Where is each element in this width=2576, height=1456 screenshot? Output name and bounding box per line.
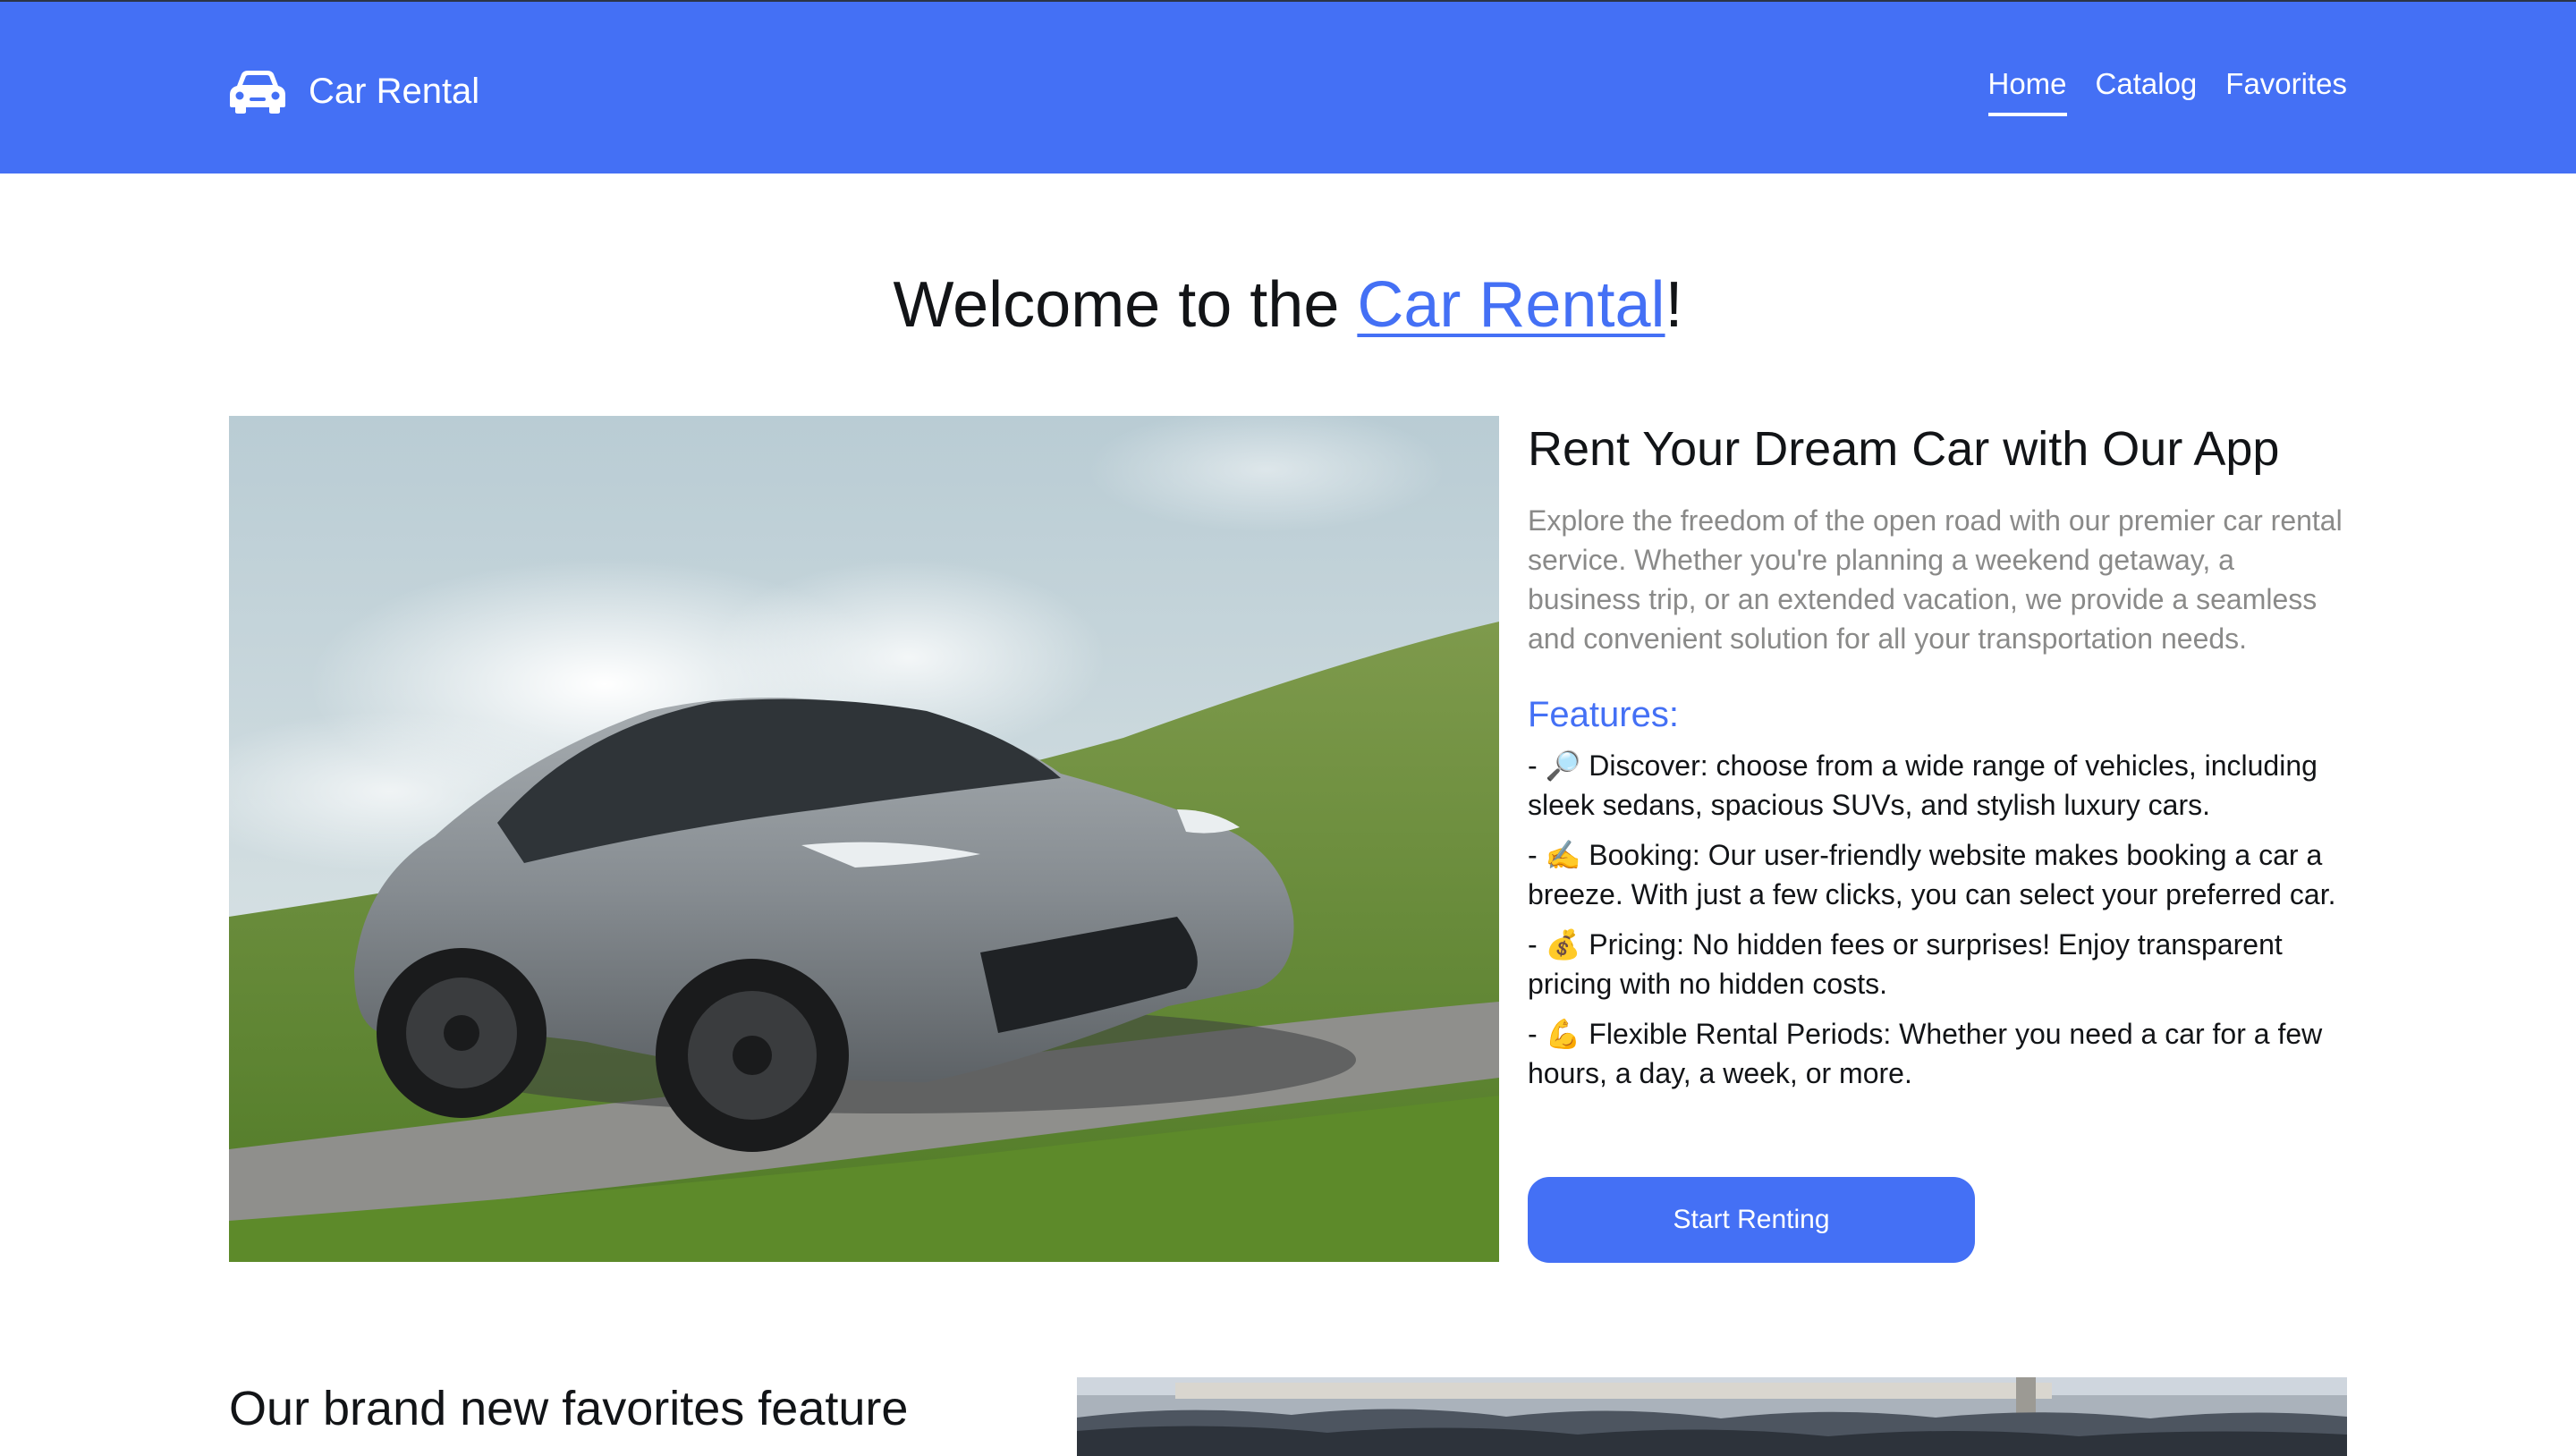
nav-home[interactable]: Home bbox=[1987, 66, 2067, 116]
nav-favorites[interactable]: Favorites bbox=[2225, 66, 2347, 116]
features-title: Features: bbox=[1528, 695, 1679, 734]
site-header: Car Rental Home Catalog Favorites bbox=[0, 0, 2576, 174]
features-list: - 🔎 Discover: choose from a wide range o… bbox=[1528, 746, 2351, 1093]
welcome-title: Welcome to the Car Rental! bbox=[0, 265, 2576, 345]
hero-description: Explore the freedom of the open road wit… bbox=[1528, 504, 2343, 655]
logo-text: Car Rental bbox=[309, 72, 480, 111]
welcome-prefix: Welcome to the bbox=[893, 269, 1358, 341]
feature-booking: - ✍️ Booking: Our user-friendly website … bbox=[1528, 839, 2336, 910]
car-icon bbox=[230, 71, 285, 114]
welcome-brand-link[interactable]: Car Rental bbox=[1357, 269, 1665, 341]
favorites-section-title: Our brand new favorites feature bbox=[229, 1382, 909, 1435]
start-renting-button[interactable]: Start Renting bbox=[1528, 1177, 1975, 1263]
main-nav: Home Catalog Favorites bbox=[1987, 66, 2347, 116]
welcome-suffix: ! bbox=[1665, 269, 1683, 341]
hero-info: Rent Your Dream Car with Our App Explore… bbox=[1528, 419, 2351, 1104]
logo-link[interactable]: Car Rental bbox=[228, 66, 479, 116]
feature-flexible-periods: - 💪 Flexible Rental Periods: Whether you… bbox=[1528, 1018, 2323, 1089]
hero-car-image bbox=[229, 416, 1499, 1262]
hero-title: Rent Your Dream Car with Our App bbox=[1528, 422, 2280, 476]
favorites-cars-image bbox=[1077, 1377, 2347, 1456]
nav-catalog[interactable]: Catalog bbox=[2096, 66, 2198, 116]
feature-pricing: - 💰 Pricing: No hidden fees or surprises… bbox=[1528, 928, 2283, 1000]
feature-discover: - 🔎 Discover: choose from a wide range o… bbox=[1528, 749, 2318, 821]
